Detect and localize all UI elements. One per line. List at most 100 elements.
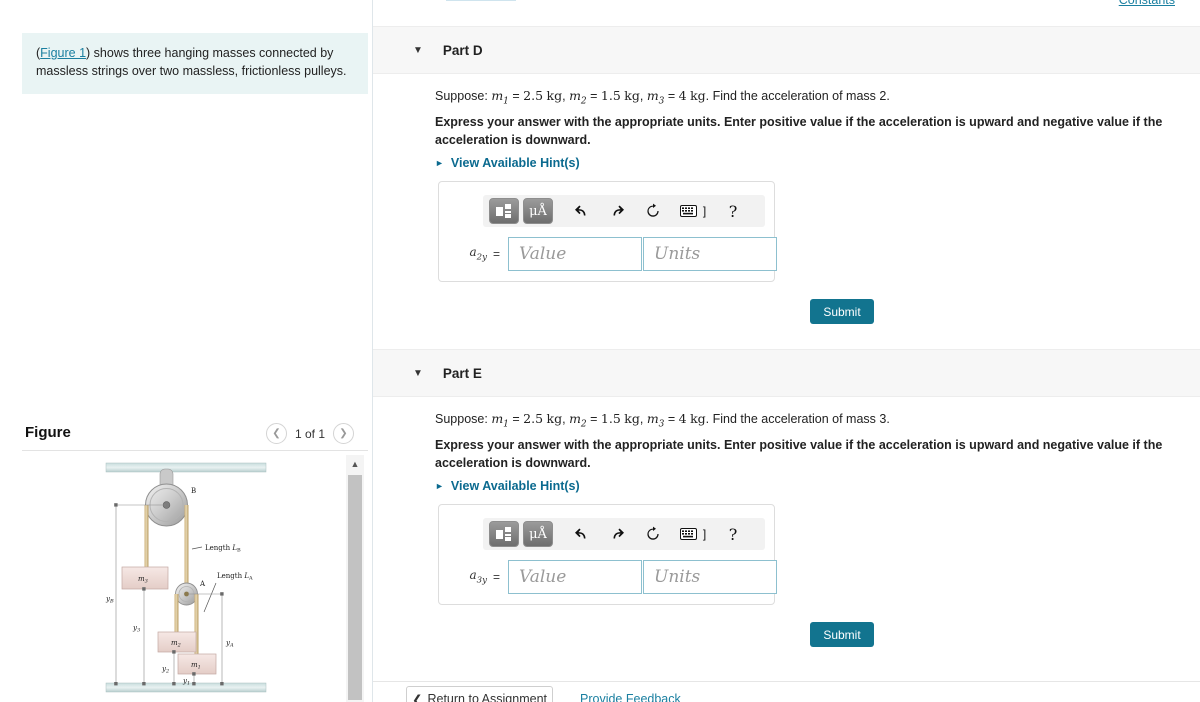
math-template-icon[interactable] [489, 521, 519, 547]
question-mark-icon[interactable]: ? [717, 521, 749, 547]
part-e-caret-down-icon[interactable]: ▼ [413, 368, 423, 379]
return-to-assignment-label: Return to Assignment [427, 692, 547, 702]
footer-bar: ❮ Return to Assignment Provide Feedback [373, 681, 1200, 702]
part-e-units-input[interactable] [643, 560, 778, 594]
micro-angstrom-units-icon[interactable]: μÅ [523, 198, 553, 224]
part-d-math-toolbar: μÅ ] ? [483, 195, 765, 227]
figure-1-link[interactable]: Figure 1 [40, 46, 86, 60]
constants-link[interactable]: Constants [1119, 0, 1175, 7]
part-d-m1-var: m1 [491, 88, 509, 107]
part-d-caret-down-icon[interactable]: ▼ [413, 45, 423, 56]
part-d-equals-sign: = [493, 247, 501, 261]
assignment-page: (Figure 1) shows three hanging masses co… [0, 0, 1200, 702]
part-d-instruction: Express your answer with the appropriate… [435, 115, 1163, 148]
figure-page-label: 1 of 1 [294, 426, 325, 441]
figure-scrollbar-thumb[interactable] [348, 475, 362, 700]
part-d-m3-value: 4 [678, 88, 687, 103]
part-d-view-hints-link[interactable]: ► View Available Hint(s) [435, 156, 580, 170]
pulley-system-svg: B m3 Length LB A Length LA m2 m1 yB y3 y… [105, 462, 267, 693]
part-e-value-input[interactable] [508, 560, 643, 594]
part-e-m1-var: m1 [491, 411, 509, 430]
part-d-answer-box: μÅ ] ? a2y = Value Units [438, 181, 778, 282]
chevron-left-icon: ❮ [412, 692, 423, 702]
part-d-suppose-tail: Find the acceleration of mass 2. [712, 89, 890, 103]
part-e-header[interactable]: ▼ Part E [373, 349, 1200, 397]
pulley-b-label: B [191, 487, 196, 495]
reset-circular-arrow-icon[interactable] [637, 198, 669, 224]
ya-dimension-label: yA [225, 639, 234, 649]
part-e-equals-sign: = [493, 570, 501, 584]
part-e-m1-unit: kg [546, 411, 563, 426]
return-to-assignment-button[interactable]: ❮ Return to Assignment [406, 686, 553, 702]
chevron-right-icon: ❯ [339, 427, 348, 439]
y2-dimension-label: y2 [161, 665, 169, 675]
part-d-m3-var: m3 [646, 88, 665, 107]
figure-pager: ❮ 1 of 1 ❯ [265, 423, 354, 444]
figure-divider [22, 450, 368, 451]
part-e-answer-box: μÅ ] ? a3y = Value Units [438, 504, 778, 605]
left-panel: (Figure 1) shows three hanging masses co… [0, 0, 373, 702]
chevron-left-icon: ❮ [272, 427, 281, 439]
part-e-m2-value: 1.5 [600, 411, 621, 426]
figure-scrollbar[interactable]: ▲ [346, 455, 364, 702]
part-d-hints-label: View Available Hint(s) [450, 156, 580, 170]
part-d-units-input[interactable] [643, 237, 778, 271]
keyboard-icon[interactable]: ] [673, 521, 713, 547]
scroll-up-arrow-icon[interactable]: ▲ [346, 455, 364, 473]
triangle-right-icon: ► [435, 481, 444, 491]
part-e-m2-unit: kg [624, 411, 640, 426]
part-e-hints-label: View Available Hint(s) [450, 479, 580, 493]
part-e-suppose-line: Suppose: m1 = 2.5 kg, m2 = 1.5 kg, m3 = … [435, 411, 890, 430]
figure-panel-title: Figure [25, 424, 71, 441]
undo-arrow-icon[interactable] [565, 521, 597, 547]
figure-viewport: B m3 Length LB A Length LA m2 m1 yB y3 y… [22, 455, 346, 702]
part-d-m2-unit: kg [624, 88, 640, 103]
part-e-m3-value: 4 [678, 411, 687, 426]
keyboard-bracket: ] [702, 204, 707, 218]
part-e-m3-unit: kg [690, 411, 706, 426]
part-d-m1-value: 2.5 [523, 88, 544, 103]
undo-arrow-icon[interactable] [565, 198, 597, 224]
part-d-suppose-lead: Suppose: [435, 89, 488, 103]
part-e-m2-var: m2 [569, 411, 587, 430]
part-d-value-input[interactable] [508, 237, 643, 271]
part-e-math-toolbar: μÅ ] ? [483, 518, 765, 550]
keyboard-icon[interactable]: ] [673, 198, 713, 224]
part-d-title: Part D [442, 42, 483, 58]
part-e-instruction: Express your answer with the appropriate… [435, 438, 1163, 471]
math-template-icon[interactable] [489, 198, 519, 224]
redo-arrow-icon[interactable] [601, 198, 633, 224]
part-d-answer-variable-label: a2y [469, 245, 487, 263]
reset-circular-arrow-icon[interactable] [637, 521, 669, 547]
part-e-suppose-tail: Find the acceleration of mass 3. [712, 412, 890, 426]
yb-dimension-label: yB [105, 595, 114, 605]
part-e-answer-variable-label: a3y [469, 568, 487, 586]
figure-next-button[interactable]: ❯ [333, 423, 354, 444]
provide-feedback-link[interactable]: Provide Feedback [580, 692, 681, 702]
redo-arrow-icon[interactable] [601, 521, 633, 547]
part-e-view-hints-link[interactable]: ► View Available Hint(s) [435, 479, 580, 493]
main-content: Constants ▼ Part D Suppose: m1 = 2.5 kg,… [373, 0, 1200, 702]
problem-statement-box: (Figure 1) shows three hanging masses co… [22, 33, 368, 94]
length-a-label: Length LA [217, 572, 253, 582]
figure-diagram: B m3 Length LB A Length LA m2 m1 yB y3 y… [104, 455, 269, 702]
part-d-suppose-line: Suppose: m1 = 2.5 kg, m2 = 1.5 kg, m3 = … [435, 88, 890, 107]
micro-angstrom-units-icon[interactable]: μÅ [523, 521, 553, 547]
part-d-m1-unit: kg [546, 88, 563, 103]
part-d-header[interactable]: ▼ Part D [373, 26, 1200, 74]
part-e-m3-var: m3 [646, 411, 665, 430]
part-e-suppose-lead: Suppose: [435, 412, 488, 426]
part-d-m3-unit: kg [690, 88, 706, 103]
figure-prev-button[interactable]: ❮ [265, 423, 287, 444]
length-b-label: Length LB [205, 544, 241, 554]
part-e-title: Part E [442, 365, 482, 381]
part-d-m2-value: 1.5 [600, 88, 621, 103]
part-e-submit-button[interactable]: Submit [810, 622, 874, 647]
question-mark-icon[interactable]: ? [717, 198, 749, 224]
keyboard-bracket: ] [702, 527, 707, 541]
part-d-submit-button[interactable]: Submit [810, 299, 874, 324]
part-d-answer-row: a2y = [451, 237, 778, 271]
y3-dimension-label: y3 [132, 624, 140, 634]
part-e-answer-row: a3y = [451, 560, 778, 594]
part-d-m2-var: m2 [569, 88, 587, 107]
